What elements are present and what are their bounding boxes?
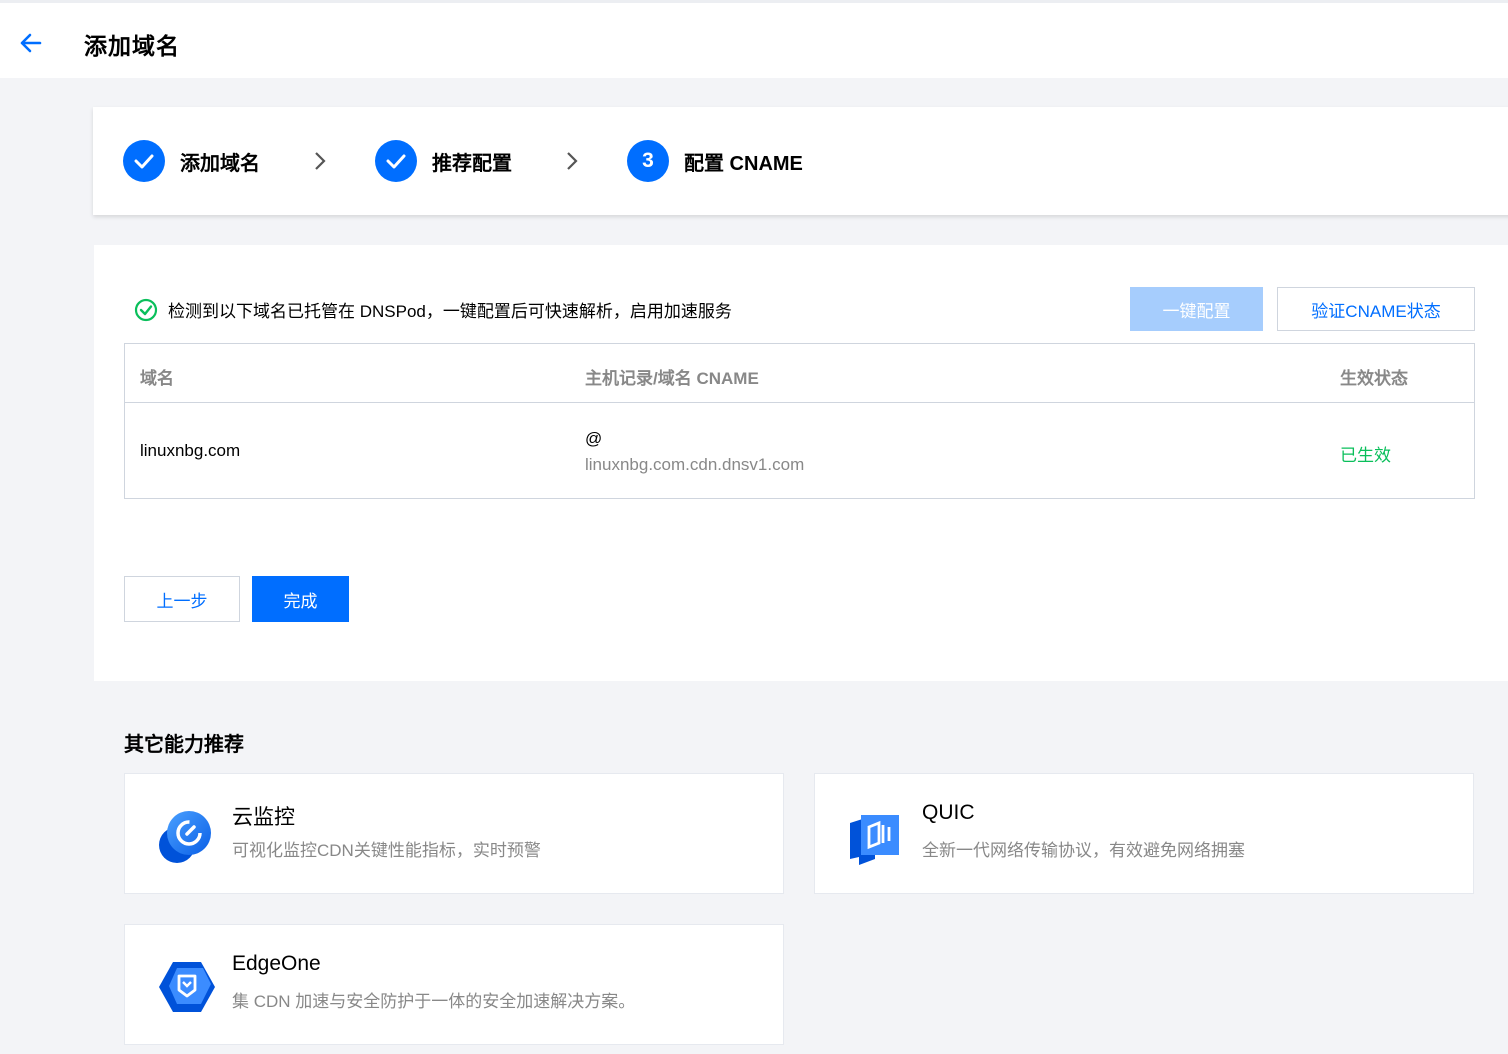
step-add-domain: 添加域名 (123, 140, 260, 182)
back-arrow-icon[interactable] (16, 29, 44, 57)
quic-icon (850, 815, 899, 865)
main-card: 检测到以下域名已托管在 DNSPod，一键配置后可快速解析，启用加速服务 一键配… (94, 245, 1508, 681)
recommend-name: EdgeOne (232, 952, 321, 975)
check-icon (123, 140, 165, 182)
recommend-card-cloud-monitor[interactable]: 云监控 可视化监控CDN关键性能指标，实时预警 (124, 773, 784, 894)
check-icon (375, 140, 417, 182)
notice: 检测到以下域名已托管在 DNSPod，一键配置后可快速解析，启用加速服务 (134, 297, 732, 322)
domain-cell: linuxnbg.com (140, 441, 241, 460)
recommend-desc: 可视化监控CDN关键性能指标，实时预警 (232, 841, 541, 860)
column-header-cname: 主机记录/域名 CNAME (585, 369, 759, 388)
status-cell: 已生效 (1340, 446, 1391, 465)
page-title: 添加域名 (84, 33, 180, 59)
host-record-cell: @ (585, 429, 603, 448)
table-header: 域名 主机记录/域名 CNAME 生效状态 (125, 344, 1474, 403)
recommend-desc: 全新一代网络传输协议，有效避免网络拥塞 (922, 841, 1245, 860)
cname-table: 域名 主机记录/域名 CNAME 生效状态 linuxnbg.com @ lin… (124, 343, 1475, 499)
notice-text: 检测到以下域名已托管在 DNSPod，一键配置后可快速解析，启用加速服务 (168, 302, 732, 321)
step-label: 添加域名 (180, 152, 260, 175)
chevron-right-icon (315, 152, 326, 170)
column-header-status: 生效状态 (1340, 369, 1408, 388)
recommend-name: 云监控 (232, 806, 295, 829)
steps-bar: 添加域名 推荐配置 3 配置 CNAME (93, 107, 1508, 215)
cname-cell: linuxnbg.com.cdn.dnsv1.com (585, 455, 805, 474)
step-recommend-config: 推荐配置 (375, 140, 512, 182)
step-number: 3 (627, 140, 669, 182)
edgeone-icon (159, 962, 215, 1012)
recommend-card-quic[interactable]: QUIC 全新一代网络传输协议，有效避免网络拥塞 (814, 773, 1474, 894)
success-check-icon (134, 298, 158, 321)
recommend-card-edgeone[interactable]: EdgeOne 集 CDN 加速与安全防护于一体的安全加速解决方案。 (124, 924, 784, 1045)
recommend-title: 其它能力推荐 (124, 734, 244, 756)
table-row: linuxnbg.com @ linuxnbg.com.cdn.dnsv1.co… (125, 403, 1474, 499)
column-header-domain: 域名 (140, 369, 174, 388)
previous-step-button[interactable]: 上一步 (124, 576, 240, 622)
done-button[interactable]: 完成 (252, 576, 349, 622)
step-config-cname: 3 配置 CNAME (627, 140, 803, 182)
top-bar: 添加域名 (0, 0, 1508, 78)
cloud-monitor-icon (159, 811, 211, 863)
one-click-config-button[interactable]: 一键配置 (1130, 287, 1263, 331)
step-label: 配置 CNAME (684, 152, 803, 175)
verify-cname-button[interactable]: 验证CNAME状态 (1277, 287, 1475, 331)
recommend-desc: 集 CDN 加速与安全防护于一体的安全加速解决方案。 (232, 992, 636, 1011)
chevron-right-icon (567, 152, 578, 170)
step-label: 推荐配置 (432, 152, 512, 175)
recommend-name: QUIC (922, 801, 975, 824)
